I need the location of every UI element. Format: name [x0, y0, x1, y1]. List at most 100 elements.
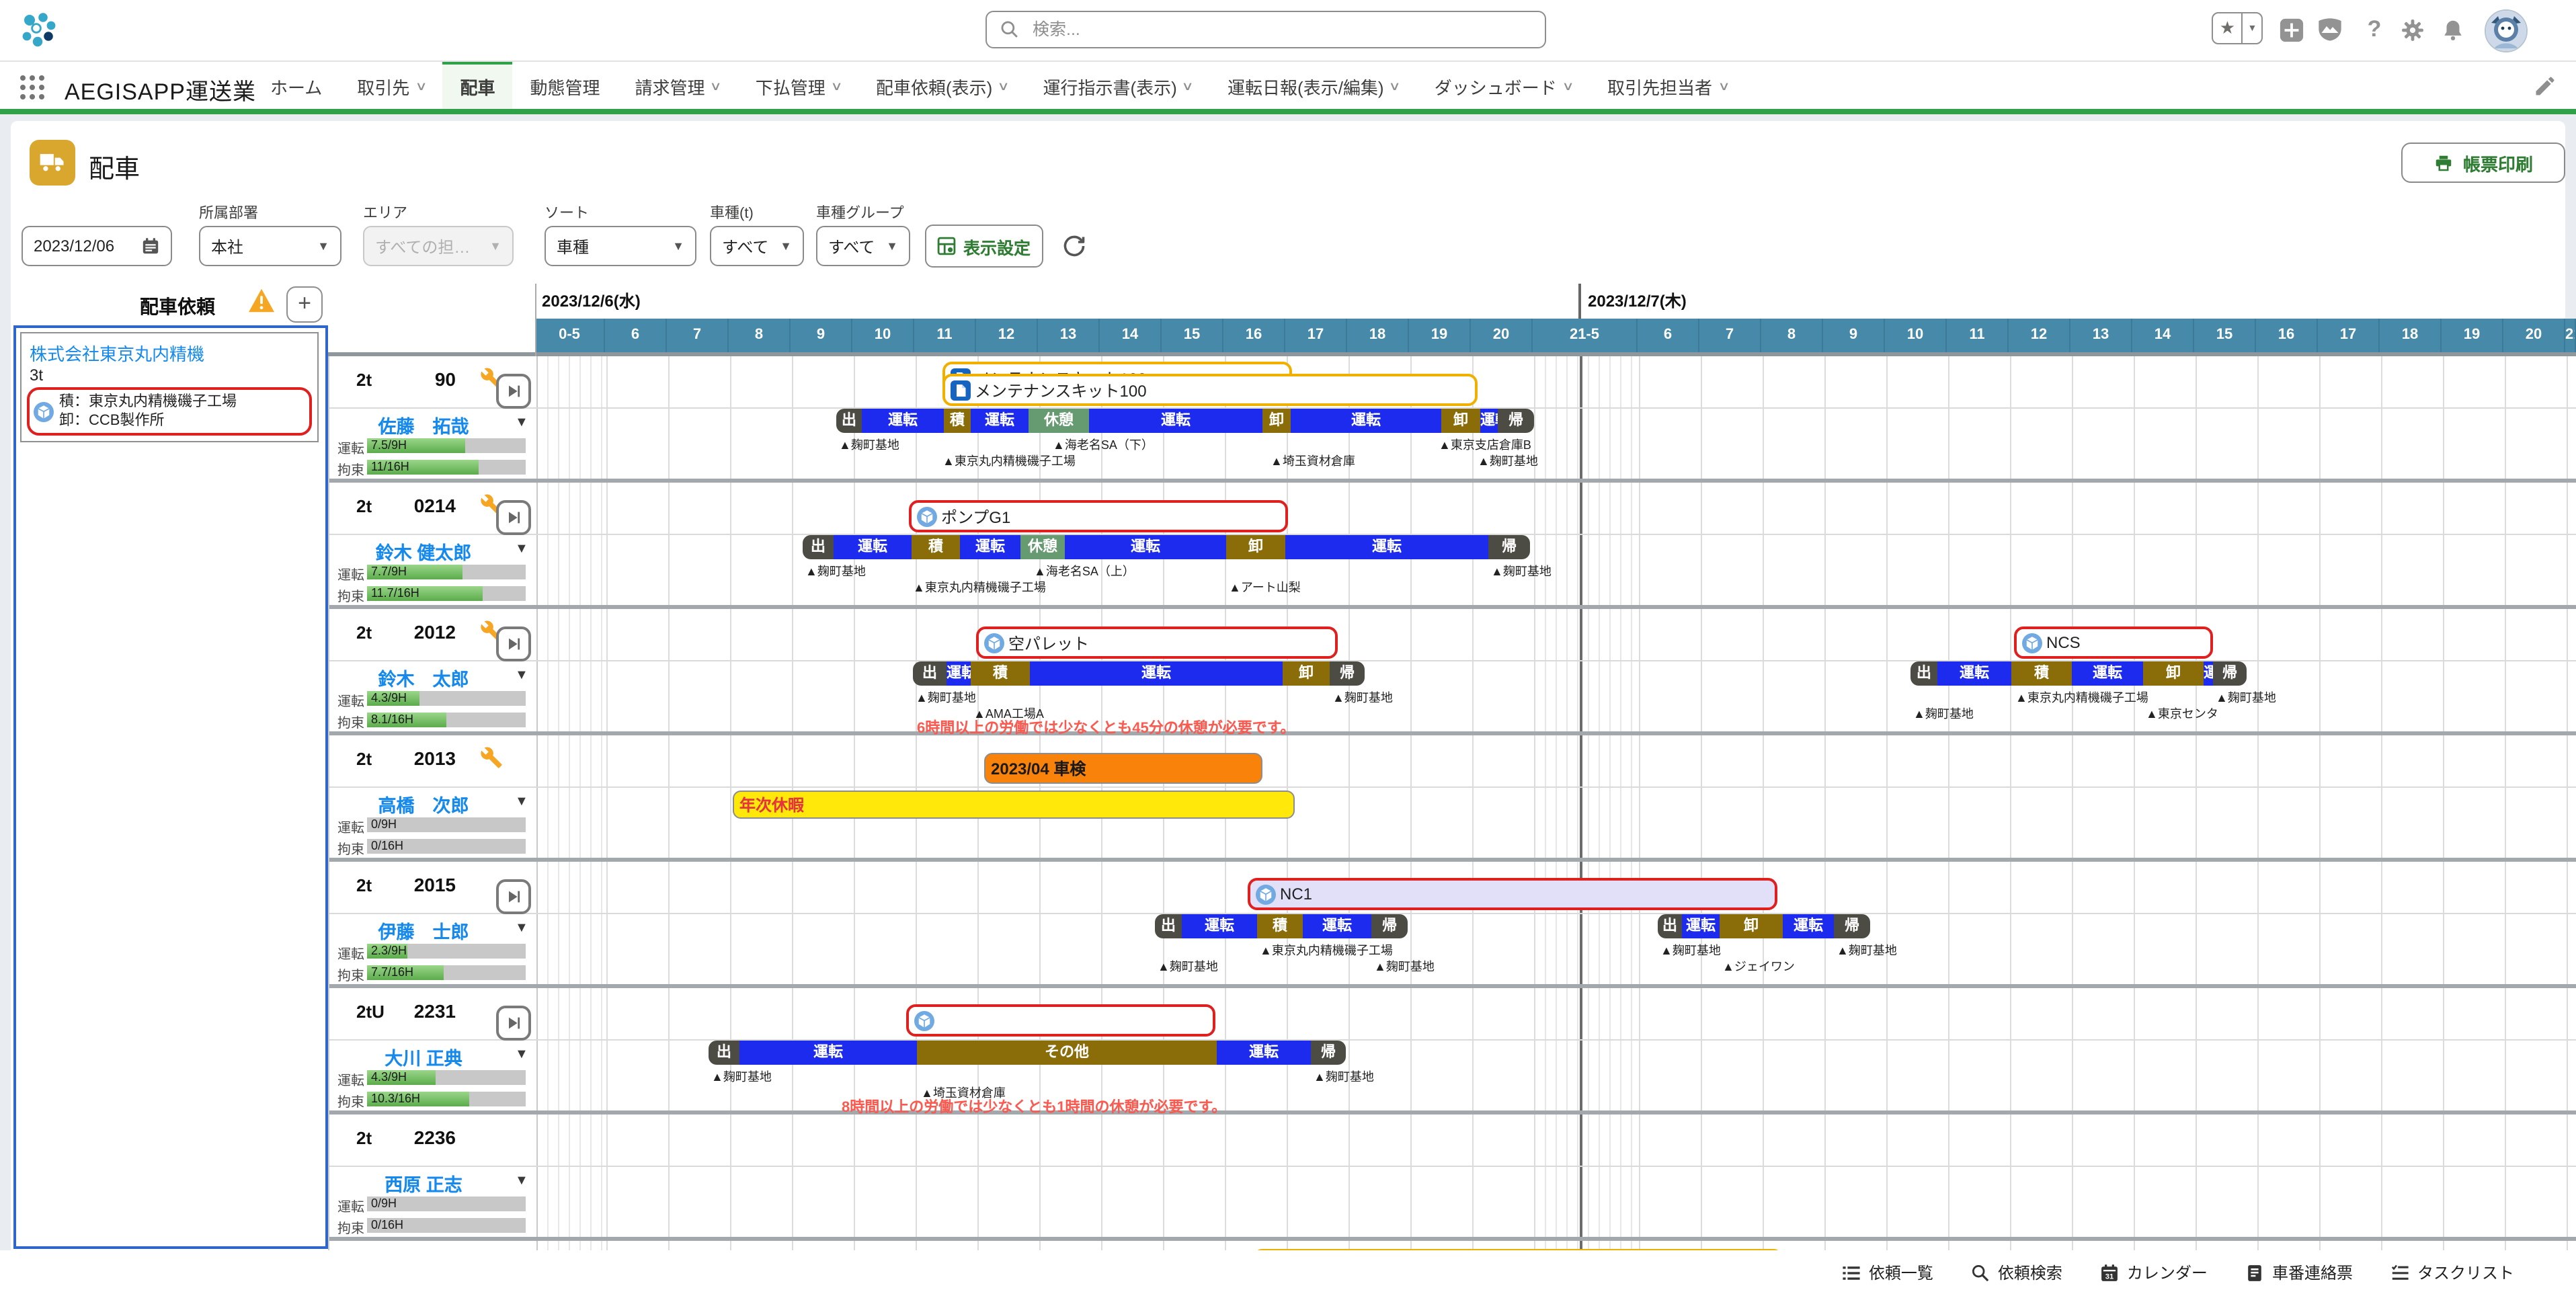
chevron-down-icon[interactable]: ▼ [2243, 13, 2261, 43]
schedule-bar[interactable]: 運転 [739, 1041, 917, 1065]
nav-tab-0[interactable]: ホーム [253, 60, 339, 109]
schedule-bar[interactable]: 運転 [1682, 914, 1720, 938]
footer-link-0[interactable]: 依頼一覧 [1842, 1261, 1933, 1284]
schedule-bar[interactable]: その他 [917, 1041, 1217, 1065]
driver-menu-arrow[interactable]: ▼ [515, 1174, 528, 1188]
driver-menu-arrow[interactable]: ▼ [515, 795, 528, 809]
schedule-bar[interactable]: 運転 [1480, 409, 1498, 433]
nav-tab-10[interactable]: 取引先担当者∨ [1590, 60, 1745, 109]
schedule-bar[interactable]: 帰 [1498, 409, 1534, 433]
schedule-bar[interactable]: 帰 [2213, 661, 2247, 686]
trailhead-icon[interactable] [2314, 13, 2346, 46]
schedule-bar[interactable]: 積 [2011, 661, 2072, 686]
schedule-bar[interactable]: 運転 [834, 535, 912, 559]
schedule-bar[interactable]: 運転 [2204, 661, 2213, 686]
schedule-bar[interactable]: 運転 [1217, 1041, 1311, 1065]
customer-link[interactable]: 株式会社東京丸内精機 [30, 340, 204, 366]
schedule-bar[interactable]: 運転 [960, 535, 1020, 559]
nav-tab-5[interactable]: 下払管理∨ [738, 60, 858, 109]
filter-select-2[interactable]: 車種▼ [545, 226, 696, 266]
send-button[interactable] [496, 626, 531, 661]
schedule-bar[interactable]: 運転 [1065, 535, 1226, 559]
schedule-bar[interactable]: 卸 [1283, 661, 1330, 686]
schedule-bar[interactable]: 積 [1257, 914, 1303, 938]
schedule-bar[interactable]: 帰 [1311, 1041, 1346, 1065]
schedule-bar[interactable]: 運転 [1291, 409, 1441, 433]
schedule-bar[interactable]: 運転 [2072, 661, 2143, 686]
request-slot[interactable]: 年次休暇 [733, 791, 1295, 819]
schedule-bar[interactable]: 出 [709, 1041, 739, 1065]
calendar-icon[interactable] [141, 237, 160, 255]
request-slot[interactable]: NCS [2014, 626, 2213, 659]
nav-tab-1[interactable]: 取引先∨ [339, 60, 442, 109]
date-input[interactable]: 2023/12/06 [22, 226, 172, 266]
schedule-bar[interactable]: 積 [971, 661, 1030, 686]
user-avatar[interactable] [2485, 9, 2528, 52]
schedule-bar[interactable]: 出 [1155, 914, 1182, 938]
schedule-bar[interactable]: 運転 [1089, 409, 1262, 433]
schedule-bar[interactable]: 帰 [1371, 914, 1408, 938]
schedule-bar[interactable]: 運転 [1303, 914, 1371, 938]
driver-name[interactable]: 大川 正典 [329, 1043, 518, 1070]
filter-select-3[interactable]: すべて▼ [710, 226, 804, 266]
request-slot[interactable]: メンテナンスキット100 [942, 374, 1478, 406]
schedule-bar[interactable]: 休憩 [1029, 409, 1089, 433]
schedule-bar[interactable]: 帰 [1488, 535, 1530, 559]
driver-name[interactable]: 佐藤 拓哉 [329, 411, 518, 438]
schedule-bar[interactable]: 帰 [1330, 661, 1365, 686]
print-report-button[interactable]: 帳票印刷 [2401, 143, 2565, 183]
schedule-bar[interactable]: 卸 [1441, 409, 1480, 433]
schedule-bar[interactable]: 運転 [1182, 914, 1257, 938]
driver-menu-arrow[interactable]: ▼ [515, 1047, 528, 1062]
send-button[interactable] [496, 879, 531, 914]
schedule-bar[interactable]: 運転 [971, 409, 1029, 433]
filter-select-4[interactable]: すべて▼ [816, 226, 910, 266]
nav-tab-9[interactable]: ダッシュボード∨ [1417, 60, 1590, 109]
driver-menu-arrow[interactable]: ▼ [515, 921, 528, 936]
global-search[interactable] [985, 11, 1546, 48]
request-slot[interactable]: NC1 [1248, 878, 1777, 910]
schedule-bar[interactable]: 出 [836, 409, 862, 433]
schedule-bar[interactable]: 卸 [2143, 661, 2204, 686]
schedule-bar[interactable]: 帰 [1834, 914, 1870, 938]
footer-link-4[interactable]: タスクリスト [2390, 1261, 2514, 1284]
schedule-bar[interactable]: 運転 [1030, 661, 1283, 686]
request-item[interactable]: 積：東京丸内精機磯子工場 卸：CCB製作所 [27, 387, 312, 436]
nav-tab-8[interactable]: 運転日報(表示/編集)∨ [1210, 60, 1417, 109]
schedule-bar[interactable]: 出 [1658, 914, 1682, 938]
driver-name[interactable]: 鈴木 健太郎 [329, 538, 518, 565]
favorites-button[interactable]: ★ ▼ [2212, 12, 2263, 44]
schedule-bar[interactable]: 積 [944, 409, 971, 433]
schedule-bar[interactable]: 運転 [1937, 661, 2011, 686]
request-slot[interactable]: ポンプG1 [909, 500, 1288, 532]
driver-name[interactable]: 鈴木 太郎 [329, 664, 518, 691]
nav-tab-2[interactable]: 配車 [442, 60, 512, 109]
notifications-bell-icon[interactable] [2436, 13, 2468, 46]
filter-select-0[interactable]: 本社▼ [199, 226, 341, 266]
nav-tab-4[interactable]: 請求管理∨ [618, 60, 738, 109]
send-button[interactable] [496, 1006, 531, 1041]
search-input[interactable] [1030, 19, 1531, 40]
driver-menu-arrow[interactable]: ▼ [515, 415, 528, 430]
schedule-bar[interactable]: 出 [1910, 661, 1937, 686]
driver-menu-arrow[interactable]: ▼ [515, 668, 528, 683]
footer-link-1[interactable]: 依頼検索 [1971, 1261, 2062, 1284]
schedule-bar[interactable]: 休憩 [1020, 535, 1065, 559]
send-button[interactable] [496, 374, 531, 409]
request-slot[interactable] [1253, 1249, 1783, 1250]
driver-name[interactable]: 高橋 次郎 [329, 791, 518, 817]
help-icon[interactable]: ? [2358, 13, 2390, 46]
add-request-button[interactable]: + [286, 286, 323, 323]
schedule-bar[interactable]: 出 [913, 661, 947, 686]
driver-name[interactable]: 伊藤 士郎 [329, 917, 518, 944]
driver-name[interactable]: 西原 正志 [329, 1170, 518, 1197]
schedule-bar[interactable]: 積 [912, 535, 960, 559]
schedule-bar[interactable]: 運転 [862, 409, 944, 433]
request-slot[interactable]: 2023/04 車検 [984, 753, 1262, 784]
app-launcher-icon[interactable] [19, 74, 46, 101]
request-slot[interactable]: 空パレット [976, 626, 1338, 659]
star-icon[interactable]: ★ [2213, 13, 2243, 43]
nav-tab-3[interactable]: 動態管理 [513, 60, 618, 109]
schedule-bar[interactable]: 卸 [1226, 535, 1285, 559]
refresh-icon[interactable] [1062, 234, 1086, 258]
